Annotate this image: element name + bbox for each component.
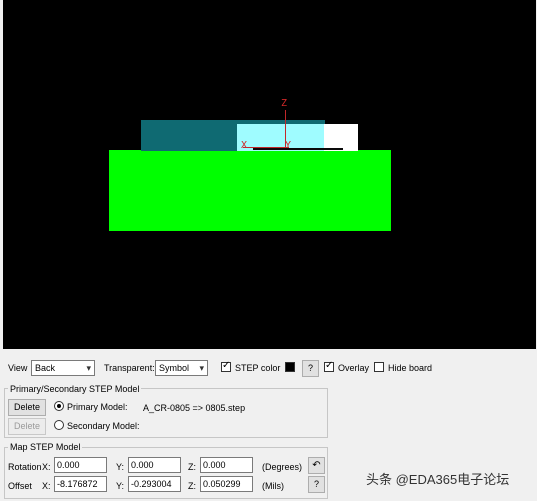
rotation-x-field[interactable]: 0.000 xyxy=(54,457,107,473)
transparent-select[interactable]: Symbol ▾ xyxy=(155,360,208,376)
z-axis-label: Z xyxy=(281,98,288,109)
offset-help-button[interactable]: ? xyxy=(308,476,325,493)
view-select[interactable]: Back ▾ xyxy=(31,360,95,376)
rotation-z-label: Z: xyxy=(188,462,196,472)
component-pad xyxy=(324,124,358,151)
delete-label: Delete xyxy=(13,421,40,431)
rotation-x-value: 0.000 xyxy=(57,460,80,470)
offset-z-value: 0.050299 xyxy=(203,479,241,489)
mils-label: (Mils) xyxy=(262,481,284,491)
step-color-label: STEP color xyxy=(235,363,281,373)
degrees-label: (Degrees) xyxy=(262,462,303,472)
undo-arrow-icon: ↶ xyxy=(312,460,321,471)
primary-model-radio[interactable] xyxy=(54,401,64,411)
offset-z-label: Z: xyxy=(188,481,196,491)
rotation-y-label: Y: xyxy=(116,462,125,472)
rotation-label: Rotation xyxy=(8,462,42,472)
offset-x-field[interactable]: -8.176872 xyxy=(54,476,107,492)
help-button[interactable]: ? xyxy=(302,360,319,377)
offset-label: Offset xyxy=(8,481,32,491)
overlay-checkbox[interactable]: ✓ xyxy=(324,360,334,372)
delete-primary-button[interactable]: Delete xyxy=(8,399,46,416)
step-model-group-title: Primary/Secondary STEP Model xyxy=(8,383,142,395)
secondary-model-label: Secondary Model: xyxy=(67,421,140,431)
hide-board-checkbox[interactable] xyxy=(374,362,384,372)
rotation-x-label: X: xyxy=(42,462,51,472)
primary-model-label: Primary Model: xyxy=(67,402,128,412)
transparent-select-value: Symbol xyxy=(159,363,190,373)
rotation-y-value: 0.000 xyxy=(131,460,154,470)
view-label: View xyxy=(8,363,28,373)
component-seam xyxy=(253,148,343,150)
delete-secondary-button[interactable]: Delete xyxy=(8,418,46,435)
offset-x-value: -8.176872 xyxy=(57,479,98,489)
x-axis-label: X xyxy=(241,140,248,151)
help-button-label: ? xyxy=(307,363,313,373)
hide-board-label: Hide board xyxy=(388,363,433,373)
watermark: 头条 @EDA365电子论坛 xyxy=(366,472,510,487)
help-button-label: ? xyxy=(313,479,319,489)
y-axis-label: Y xyxy=(285,140,292,151)
chevron-down-icon: ▾ xyxy=(199,363,204,373)
rotation-y-field[interactable]: 0.000 xyxy=(128,457,181,473)
map-step-model-group-title: Map STEP Model xyxy=(8,441,83,453)
radio-dot xyxy=(57,404,61,408)
view-select-value: Back xyxy=(35,363,56,373)
offset-x-label: X: xyxy=(42,481,51,491)
reset-rotation-button[interactable]: ↶ xyxy=(308,457,325,474)
x-axis-line xyxy=(243,147,289,148)
secondary-model-radio[interactable] xyxy=(54,420,64,430)
check-icon: ✓ xyxy=(222,360,231,371)
model-viewport[interactable]: Z X Y xyxy=(3,0,536,349)
step-color-swatch[interactable] xyxy=(285,362,295,372)
offset-z-field[interactable]: 0.050299 xyxy=(200,476,253,492)
primary-model-value: A_CR-0805 => 0805.step xyxy=(143,403,246,413)
pcb-board xyxy=(109,150,391,231)
step-color-checkbox[interactable]: ✓ xyxy=(221,360,231,372)
offset-y-value: -0.293004 xyxy=(131,479,172,489)
rotation-z-field[interactable]: 0.000 xyxy=(200,457,253,473)
chevron-down-icon: ▾ xyxy=(86,363,91,373)
overlay-label: Overlay xyxy=(338,363,370,373)
transparent-label: Transparent: xyxy=(104,363,155,373)
offset-y-label: Y: xyxy=(116,481,125,491)
check-icon: ✓ xyxy=(325,360,334,371)
delete-label: Delete xyxy=(13,402,40,412)
offset-y-field[interactable]: -0.293004 xyxy=(128,476,181,492)
rotation-z-value: 0.000 xyxy=(203,460,226,470)
